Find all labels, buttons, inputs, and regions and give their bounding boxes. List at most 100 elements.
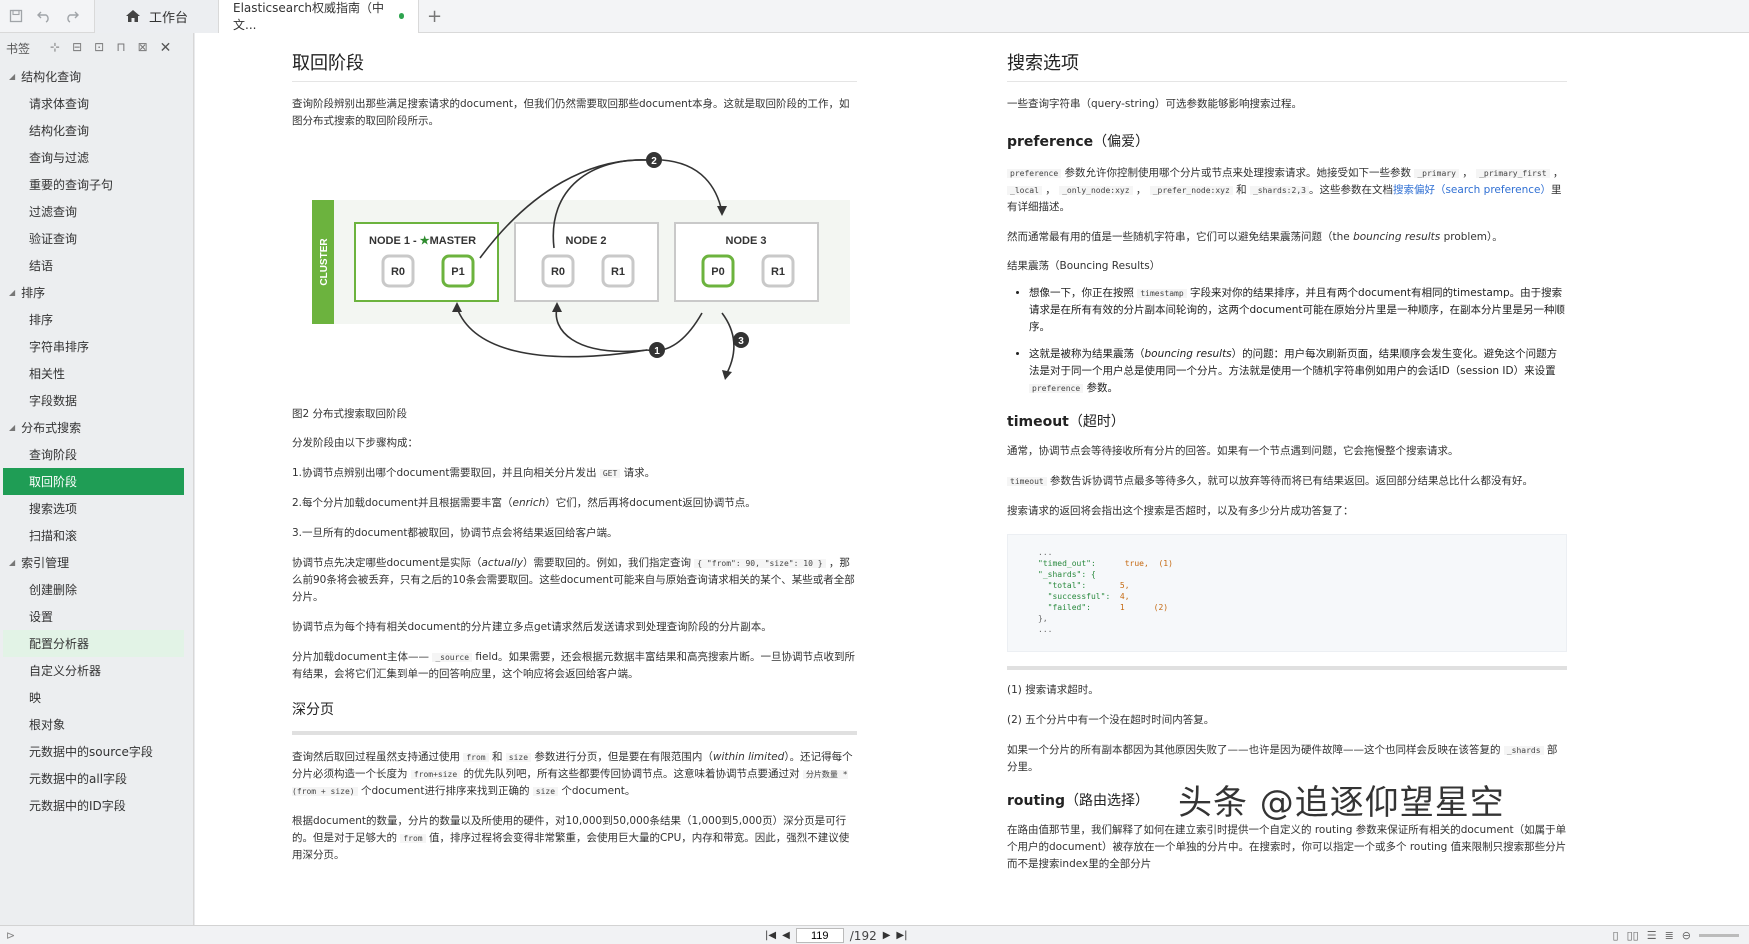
note-1: (1) 搜索请求超时。	[1007, 684, 1099, 696]
shard-label: P1	[451, 266, 464, 278]
first-page-icon[interactable]: |◀	[765, 930, 776, 941]
node1-label: NODE 1 - ★MASTER	[369, 235, 476, 247]
sidebar-item[interactable]: 元数据中的source字段	[3, 738, 184, 765]
step-2: 2.每个分片加载document并且根据需要丰富（enrich）它们，然后再将d…	[292, 497, 756, 509]
bookmark-sidebar: 书签 ⊹ ⊟ ⊡ ⊓ ⊠ ✕ ◢ 结构化查询 请求体查询 结构化查询 查询与过滤 重要的查…	[0, 33, 194, 925]
step-1: 1.协调节点辨别出哪个document需要取回，并且向相关分片发出 GET 请求…	[292, 467, 656, 479]
expand-all-icon[interactable]: ⊹	[50, 40, 60, 56]
tab-document-label: Elasticsearch权威指南（中文...	[233, 1, 385, 32]
search-options-title: 搜索选项	[1007, 49, 1567, 82]
sidebar-group[interactable]: ◢ 结构化查询	[3, 63, 184, 90]
sidebar-title: 书签	[6, 41, 31, 56]
book-mode-icon[interactable]: ≣	[1665, 929, 1674, 942]
sidebar-item[interactable]: 设置	[3, 603, 184, 630]
tab-document[interactable]: Elasticsearch权威指南（中文...	[219, 0, 419, 33]
zoom-slider[interactable]	[1699, 934, 1739, 937]
sidebar-item[interactable]: 元数据中的all字段	[3, 765, 184, 792]
tab-home-label: 工作台	[148, 10, 188, 26]
collapse-all-icon[interactable]: ⊟	[72, 40, 82, 56]
view-tools: ▯ ▯▯ ☰ ≣ ⊖	[1613, 926, 1739, 944]
right-page: 搜索选项 一些查询字符串（query-string）可选参数能够影响搜索过程。 …	[1007, 33, 1567, 873]
sidebar-toggle-icon[interactable]: ⊳	[6, 929, 15, 942]
collapse-triangle-icon[interactable]: ◢	[9, 423, 15, 432]
sidebar-item-label: 元数据中的ID字段	[29, 799, 126, 813]
paragraph-actually: 协调节点先决定哪些document是实际（actually）需要取回的。例如，我…	[292, 557, 855, 603]
sidebar-item[interactable]: 字符串排序	[3, 333, 184, 360]
double-page-icon[interactable]: ▯▯	[1627, 929, 1639, 942]
sidebar-item-label: 取回阶段	[29, 475, 78, 489]
figure-caption: 图2 分布式搜索取回阶段	[292, 408, 408, 420]
sidebar-item[interactable]: 请求体查询	[3, 90, 184, 117]
sidebar-item[interactable]: 过滤查询	[3, 198, 184, 225]
sidebar-item-label: 字段数据	[29, 394, 78, 408]
zoom-out-icon[interactable]: ⊖	[1682, 929, 1691, 942]
page-number-input[interactable]	[795, 928, 844, 943]
shard-label: R1	[771, 266, 785, 278]
bookmark-list: ◢ 结构化查询 请求体查询 结构化查询 查询与过滤 重要的查询子句 过滤查询 验证查询 结语 ◢ 排…	[0, 63, 193, 819]
sidebar-item-label: 索引管理	[21, 556, 70, 570]
bouncing-list: 想像一下，你正在按照 timestamp 字段来对你的结果排序，并且有两个doc…	[1007, 285, 1567, 397]
sidebar-item[interactable]: 自定义分析器	[3, 657, 184, 684]
prev-page-icon[interactable]: ◀	[782, 930, 790, 941]
sidebar-header: 书签 ⊹ ⊟ ⊡ ⊓ ⊠ ✕	[0, 33, 193, 63]
sidebar-item[interactable]: 搜索选项	[3, 495, 184, 522]
bouncing-intro: 然而通常最有用的值是一些随机字符串，它们可以避免结果震荡问题（the bounc…	[1007, 231, 1503, 243]
sidebar-item[interactable]: 扫描和滚	[3, 522, 184, 549]
next-page-icon[interactable]: ▶	[883, 930, 891, 941]
sidebar-item-label: 请求体查询	[29, 97, 90, 111]
save-icon[interactable]	[4, 4, 28, 28]
step3-label: 3	[738, 336, 744, 347]
add-tab-button[interactable]: +	[427, 6, 442, 27]
sidebar-group[interactable]: ◢ 分布式搜索	[3, 414, 184, 441]
watermark: 头条 @追逐仰望星空	[1178, 783, 1505, 823]
redo-icon[interactable]	[60, 4, 84, 28]
intro-paragraph: 查询阶段辨别出那些满足搜索请求的document，但我们仍然需要取回那些docu…	[292, 98, 850, 127]
timeout-paragraph-2: timeout 参数告诉协调节点最多等待多久，就可以放弃等待而将已有结果返回。返…	[1007, 473, 1567, 490]
preference-paragraph: preference 参数允许你控制使用哪个分片或节点来处理搜索请求。她接受如下…	[1007, 167, 1564, 213]
bookmark-icon[interactable]: ⊓	[116, 40, 125, 56]
sidebar-item-label: 结构化查询	[21, 70, 82, 84]
sidebar-item-label: 自定义分析器	[29, 664, 102, 678]
sidebar-item-label: 根对象	[29, 718, 66, 732]
search-preference-link[interactable]: 搜索偏好（search preference）	[1393, 184, 1551, 196]
preference-title: preference（偏爱）	[1007, 134, 1150, 150]
paragraph-deep-paging: 根据document的数量，分片的数量以及所使用的硬件，对10,000到50,0…	[292, 815, 850, 861]
sidebar-group[interactable]: ◢ 排序	[3, 279, 184, 306]
sidebar-item[interactable]: 验证查询	[3, 225, 184, 252]
collapse-triangle-icon[interactable]: ◢	[9, 72, 15, 81]
sidebar-item[interactable]: 重要的查询子句	[3, 171, 184, 198]
routing-paragraph: 在路由值那节里，我们解释了如何在建立索引时提供一个自定义的 routing 参数…	[1007, 824, 1567, 870]
single-page-icon[interactable]: ▯	[1613, 929, 1619, 942]
section-divider	[292, 731, 857, 735]
sidebar-item-label: 元数据中的source字段	[29, 745, 153, 759]
sidebar-item-label: 结构化查询	[29, 124, 90, 138]
top-bar: 工作台 Elasticsearch权威指南（中文... +	[0, 0, 1749, 33]
sidebar-item[interactable]: 相关性	[3, 360, 184, 387]
sidebar-item[interactable]: 查询与过滤	[3, 144, 184, 171]
step2-label: 2	[651, 156, 657, 167]
delete-icon[interactable]: ⊠	[138, 40, 148, 56]
sidebar-group[interactable]: ◢ 索引管理	[3, 549, 184, 576]
sidebar-item[interactable]: 结构化查询	[3, 117, 184, 144]
shard-label: R1	[611, 266, 625, 278]
collapse-triangle-icon[interactable]: ◢	[9, 288, 15, 297]
bouncing-title: 结果震荡（Bouncing Results）	[1007, 260, 1161, 272]
collapse-triangle-icon[interactable]: ◢	[9, 558, 15, 567]
close-icon[interactable]: ✕	[160, 40, 172, 56]
list-item: 想像一下，你正在按照 timestamp 字段来对你的结果排序，并且有两个doc…	[1029, 285, 1567, 336]
sidebar-item[interactable]: 排序	[3, 306, 184, 333]
undo-icon[interactable]	[32, 4, 56, 28]
sidebar-item[interactable]: 查询阶段	[3, 441, 184, 468]
sidebar-item[interactable]: 根对象	[3, 711, 184, 738]
last-page-icon[interactable]: ▶|	[896, 930, 907, 941]
sidebar-item[interactable]: 元数据中的ID字段	[3, 792, 184, 819]
sidebar-item[interactable]: 取回阶段	[3, 468, 184, 495]
add-bookmark-icon[interactable]: ⊡	[94, 40, 104, 56]
sidebar-item[interactable]: 字段数据	[3, 387, 184, 414]
continuous-icon[interactable]: ☰	[1647, 929, 1657, 942]
sidebar-item[interactable]: 配置分析器	[3, 630, 184, 657]
sidebar-item[interactable]: 结语	[3, 252, 184, 279]
sidebar-item[interactable]: 映	[3, 684, 184, 711]
sidebar-item[interactable]: 创建删除	[3, 576, 184, 603]
tab-home[interactable]: 工作台	[94, 0, 219, 33]
